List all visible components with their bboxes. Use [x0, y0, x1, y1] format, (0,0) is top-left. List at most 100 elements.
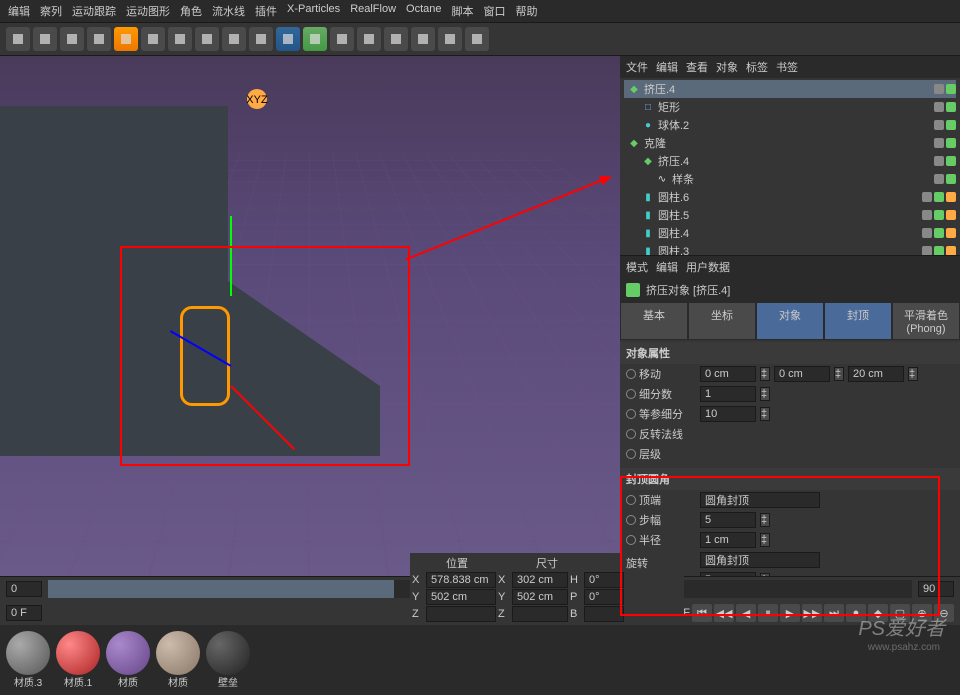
- tree-item-球体.2[interactable]: ● 球体.2: [624, 116, 956, 134]
- tree-item-圆柱.5[interactable]: ▮ 圆柱.5: [624, 206, 956, 224]
- obj-tab-对象[interactable]: 对象: [716, 59, 738, 75]
- prop-input[interactable]: [848, 366, 904, 382]
- tag-icon[interactable]: [946, 246, 956, 256]
- subdiv-green-icon[interactable]: [303, 27, 327, 51]
- obj-tab-文件[interactable]: 文件: [626, 59, 648, 75]
- spinner-icon[interactable]: ‡: [760, 367, 770, 381]
- object-tree[interactable]: ◆ 挤压.4 □ 矩形 ● 球体.2 ◆ 克隆 ◆ 挤压.4 ∿ 样条 ▮ 圆柱…: [620, 78, 960, 256]
- tag-icon[interactable]: [922, 228, 932, 238]
- menu-流水线[interactable]: 流水线: [212, 3, 245, 19]
- menu-RealFlow[interactable]: RealFlow: [350, 3, 396, 19]
- radio-icon[interactable]: [626, 449, 636, 459]
- coord-input[interactable]: [426, 606, 496, 622]
- attr-tab-对象[interactable]: 对象: [756, 302, 824, 340]
- attr-tab-平滑着色(Phong)[interactable]: 平滑着色(Phong): [892, 302, 960, 340]
- material-preview-icon[interactable]: [106, 631, 150, 675]
- menu-帮助[interactable]: 帮助: [516, 3, 538, 19]
- attr-menu-编辑[interactable]: 编辑: [656, 259, 678, 275]
- tag-icon[interactable]: [946, 156, 956, 166]
- coord-input[interactable]: [584, 606, 624, 622]
- tree-item-圆柱.6[interactable]: ▮ 圆柱.6: [624, 188, 956, 206]
- spinner-icon[interactable]: ‡: [834, 367, 844, 381]
- obj-tab-编辑[interactable]: 编辑: [656, 59, 678, 75]
- tag-icon[interactable]: [934, 246, 944, 256]
- tag-icon[interactable]: [934, 228, 944, 238]
- menu-运动跟踪[interactable]: 运动跟踪: [72, 3, 116, 19]
- radio-icon[interactable]: [626, 369, 636, 379]
- attr-menu-用户数据[interactable]: 用户数据: [686, 259, 730, 275]
- tag-icon[interactable]: [934, 156, 944, 166]
- menu-X-Particles[interactable]: X-Particles: [287, 3, 340, 19]
- spinner-icon[interactable]: ‡: [760, 407, 770, 421]
- clapper-icon[interactable]: [168, 27, 192, 51]
- camera-icon[interactable]: [438, 27, 462, 51]
- brush-icon[interactable]: [249, 27, 273, 51]
- tag-icon[interactable]: [946, 84, 956, 94]
- menu-脚本[interactable]: 脚本: [452, 3, 474, 19]
- prop-input[interactable]: [700, 366, 756, 382]
- tag-icon[interactable]: [946, 228, 956, 238]
- floor-icon[interactable]: [411, 27, 435, 51]
- material-slot[interactable]: 壁垒: [206, 631, 250, 675]
- tree-item-矩形[interactable]: □ 矩形: [624, 98, 956, 116]
- tag-icon[interactable]: [946, 210, 956, 220]
- menu-Octane[interactable]: Octane: [406, 3, 441, 19]
- tag-icon[interactable]: [946, 138, 956, 148]
- attr-tab-封顶[interactable]: 封顶: [824, 302, 892, 340]
- attr-menu-模式[interactable]: 模式: [626, 259, 648, 275]
- tag-icon[interactable]: [946, 192, 956, 202]
- tree-item-样条[interactable]: ∿ 样条: [624, 170, 956, 188]
- tag-icon[interactable]: [946, 174, 956, 184]
- record-icon[interactable]: [465, 27, 489, 51]
- radio-icon[interactable]: [626, 389, 636, 399]
- prop-input[interactable]: [774, 366, 830, 382]
- menu-察列[interactable]: 察列: [40, 3, 62, 19]
- prop-input[interactable]: [700, 386, 756, 402]
- coord-input[interactable]: [584, 589, 624, 605]
- coord-input[interactable]: [426, 589, 496, 605]
- undo-icon[interactable]: [6, 27, 30, 51]
- tag-icon[interactable]: [934, 192, 944, 202]
- cube-orange-icon[interactable]: [114, 27, 138, 51]
- light-icon[interactable]: [384, 27, 408, 51]
- polygon-icon[interactable]: [222, 27, 246, 51]
- tree-item-挤压.4[interactable]: ◆ 挤压.4: [624, 152, 956, 170]
- tag-icon[interactable]: [934, 210, 944, 220]
- current-frame-input[interactable]: [6, 605, 42, 621]
- tag-icon[interactable]: [922, 192, 932, 202]
- spinner-icon[interactable]: ‡: [760, 387, 770, 401]
- material-preview-icon[interactable]: [6, 631, 50, 675]
- obj-tab-书签[interactable]: 书签: [776, 59, 798, 75]
- tag-icon[interactable]: [934, 138, 944, 148]
- tag-icon[interactable]: [922, 210, 932, 220]
- attr-tab-坐标[interactable]: 坐标: [688, 302, 756, 340]
- sphere-blue-icon[interactable]: [276, 27, 300, 51]
- coord-input[interactable]: [512, 589, 568, 605]
- viewport-canvas[interactable]: 网格间距: 1000 cm: [0, 56, 620, 576]
- tag-icon[interactable]: [934, 84, 944, 94]
- tree-item-挤压.4[interactable]: ◆ 挤压.4: [624, 80, 956, 98]
- radio-icon[interactable]: [626, 409, 636, 419]
- film-icon[interactable]: [141, 27, 165, 51]
- material-slot[interactable]: 材质.1: [56, 631, 100, 675]
- timeline-start-input[interactable]: [6, 581, 42, 597]
- tree-item-圆柱.4[interactable]: ▮ 圆柱.4: [624, 224, 956, 242]
- material-slot[interactable]: 材质.3: [6, 631, 50, 675]
- material-preview-icon[interactable]: [56, 631, 100, 675]
- tree-item-克隆[interactable]: ◆ 克隆: [624, 134, 956, 152]
- tag-icon[interactable]: [922, 246, 932, 256]
- tag-icon[interactable]: [946, 102, 956, 112]
- menu-编辑[interactable]: 编辑: [8, 3, 30, 19]
- tree-item-圆柱.3[interactable]: ▮ 圆柱.3: [624, 242, 956, 256]
- material-preview-icon[interactable]: [206, 631, 250, 675]
- sweep-icon[interactable]: [357, 27, 381, 51]
- material-slot[interactable]: 材质: [106, 631, 150, 675]
- obj-tab-查看[interactable]: 查看: [686, 59, 708, 75]
- redo-icon[interactable]: [33, 27, 57, 51]
- viewport[interactable]: 网格间距: 1000 cm XYZ: [0, 56, 620, 576]
- coord-input[interactable]: [512, 572, 568, 588]
- tag-icon[interactable]: [934, 120, 944, 130]
- spinner-icon[interactable]: ‡: [908, 367, 918, 381]
- coord-input[interactable]: [426, 572, 496, 588]
- menu-插件[interactable]: 插件: [255, 3, 277, 19]
